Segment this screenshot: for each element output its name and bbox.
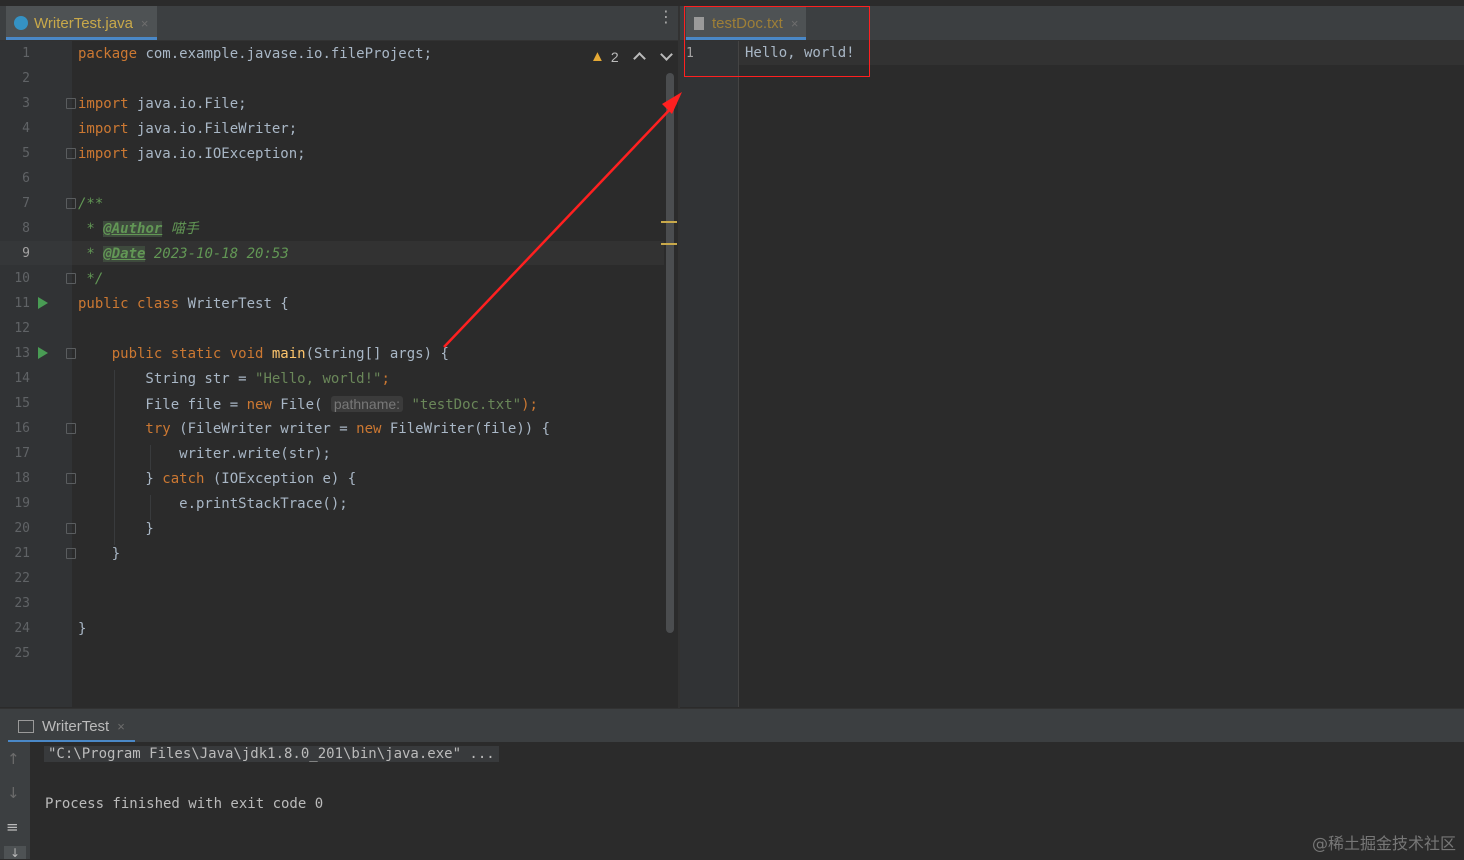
annotation-arrow-line [443, 102, 677, 348]
scroll-up-icon[interactable]: ↑ [7, 750, 20, 768]
soft-wrap-icon[interactable]: ≡ [6, 818, 19, 836]
close-icon[interactable]: × [117, 719, 125, 734]
console-toolbar: ↑ ↓ ≡ ↓ [0, 742, 30, 860]
run-tab-label: WriterTest [42, 717, 110, 735]
annotation-arrow-head [662, 92, 682, 114]
console-command-line: "C:\Program Files\Java\jdk1.8.0_201\bin\… [44, 746, 499, 762]
console-exit-line: Process finished with exit code 0 [45, 796, 324, 812]
watermark: @稀土掘金技术社区 [1311, 834, 1456, 853]
run-tool-window-tabs: WriterTest × [0, 708, 1464, 743]
tab-run-writertest[interactable]: WriterTest × [8, 709, 135, 743]
scroll-down-icon[interactable]: ↓ [7, 784, 20, 802]
scroll-to-end-icon[interactable]: ↓ [4, 846, 26, 860]
console-icon [18, 719, 34, 733]
